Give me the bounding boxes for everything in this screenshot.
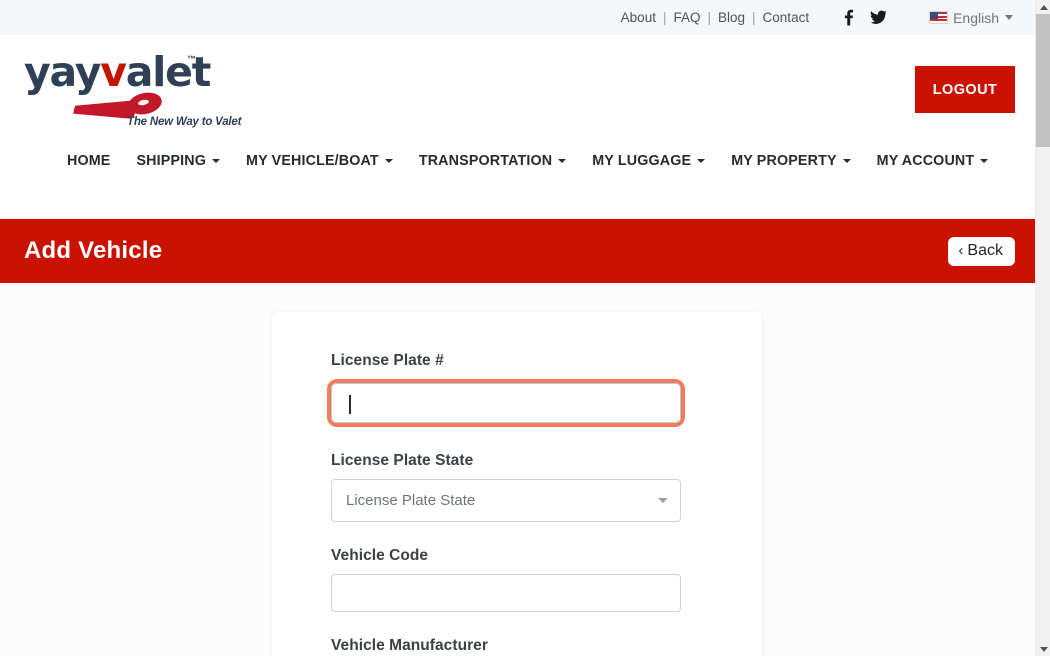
field-label: Vehicle Manufacturer <box>331 637 488 654</box>
page-root: About | FAQ | Blog | Contact English yay… <box>0 0 1050 656</box>
browser-viewport: About | FAQ | Blog | Contact English yay… <box>0 0 1035 656</box>
license-plate-input[interactable] <box>331 383 681 423</box>
field-label: License Plate # <box>331 352 444 369</box>
nav-item-my-vehicle-boat[interactable]: MY VEHICLE/BOAT <box>246 153 393 169</box>
field-label: License Plate State <box>331 452 474 469</box>
chevron-down-icon <box>384 159 393 163</box>
nav-item-home[interactable]: HOME <box>67 153 111 169</box>
field-vehicle-code: Vehicle Code <box>331 547 703 612</box>
page-title: Add Vehicle <box>24 237 163 264</box>
language-label: English <box>953 9 999 26</box>
logo-wordmark: yayvalet <box>24 52 211 93</box>
top-utility-bar: About | FAQ | Blog | Contact English <box>0 0 1035 35</box>
nav-label: MY LUGGAGE <box>592 153 692 169</box>
twitter-icon[interactable] <box>870 10 887 25</box>
page-content: License Plate # License Plate State Lice… <box>0 283 1035 656</box>
nav-item-my-luggage[interactable]: MY LUGGAGE <box>592 153 706 169</box>
field-license-plate-number: License Plate # <box>327 352 703 427</box>
scrollbar-thumb[interactable] <box>1036 14 1050 147</box>
topbar-link-blog[interactable]: Blog <box>716 10 747 25</box>
field-license-plate-state: License Plate State License Plate State <box>331 452 703 522</box>
license-plate-state-select[interactable]: License Plate State <box>331 479 681 522</box>
nav-label: TRANSPORTATION <box>418 153 553 169</box>
license-plate-state-select-wrap: License Plate State <box>331 479 681 522</box>
license-plate-focus-ring <box>327 379 685 427</box>
topbar-link-faq[interactable]: FAQ <box>671 10 702 25</box>
chevron-down-icon <box>842 159 851 163</box>
topbar-separator: | <box>752 10 756 25</box>
logout-button[interactable]: LOGOUT <box>915 66 1015 113</box>
field-vehicle-manufacturer: Vehicle Manufacturer <box>331 637 703 656</box>
text-cursor <box>349 395 351 414</box>
nav-item-my-property[interactable]: MY PROPERTY <box>731 153 851 169</box>
nav-label: MY VEHICLE/BOAT <box>246 153 379 169</box>
chevron-down-icon <box>212 159 221 163</box>
main-navigation: HOME SHIPPING MY VEHICLE/BOAT TRANSPORTA… <box>0 145 1035 219</box>
site-header: yayvalet ™ The New Way to Valet LOGOUT <box>0 35 1035 145</box>
back-button-label: Back <box>967 241 1003 259</box>
page-banner: Add Vehicle ‹ Back <box>0 219 1035 283</box>
us-flag-icon <box>929 11 949 24</box>
logo-text-v: v <box>100 48 127 96</box>
social-links <box>827 9 887 26</box>
nav-label: MY PROPERTY <box>731 153 837 169</box>
logo-tagline: The New Way to Valet <box>127 116 242 128</box>
nav-item-my-account[interactable]: MY ACCOUNT <box>877 153 989 169</box>
chevron-down-icon <box>1005 15 1013 20</box>
add-vehicle-card: License Plate # License Plate State Lice… <box>272 312 762 656</box>
site-logo[interactable]: yayvalet ™ The New Way to Valet <box>24 48 241 133</box>
chevron-left-icon: ‹ <box>958 242 964 259</box>
chevron-down-icon <box>980 159 989 163</box>
back-button[interactable]: ‹ Back <box>948 236 1015 266</box>
topbar-separator: | <box>707 10 711 25</box>
chevron-down-icon <box>697 159 706 163</box>
scroll-up-arrow-icon[interactable] <box>1036 0 1050 14</box>
field-label: Vehicle Code <box>331 547 429 564</box>
logo-trademark: ™ <box>187 54 196 64</box>
add-vehicle-form: License Plate # License Plate State Lice… <box>272 312 762 656</box>
topbar-link-contact[interactable]: Contact <box>761 10 812 25</box>
topbar-link-about[interactable]: About <box>619 10 658 25</box>
language-selector[interactable]: English <box>929 10 1013 26</box>
nav-item-transportation[interactable]: TRANSPORTATION <box>418 153 567 169</box>
nav-label: HOME <box>67 153 111 169</box>
chevron-down-icon <box>558 159 567 163</box>
logo-text-yay: yay <box>24 48 101 96</box>
scroll-down-arrow-icon[interactable] <box>1036 642 1050 656</box>
vehicle-code-input[interactable] <box>331 574 681 612</box>
page-scrollbar[interactable] <box>1035 0 1050 656</box>
nav-label: MY ACCOUNT <box>876 153 975 169</box>
nav-item-shipping[interactable]: SHIPPING <box>137 153 221 169</box>
nav-label: SHIPPING <box>136 153 207 169</box>
topbar-separator: | <box>662 10 667 25</box>
facebook-icon[interactable] <box>843 9 854 26</box>
logo-text-alet: alet <box>125 48 212 96</box>
